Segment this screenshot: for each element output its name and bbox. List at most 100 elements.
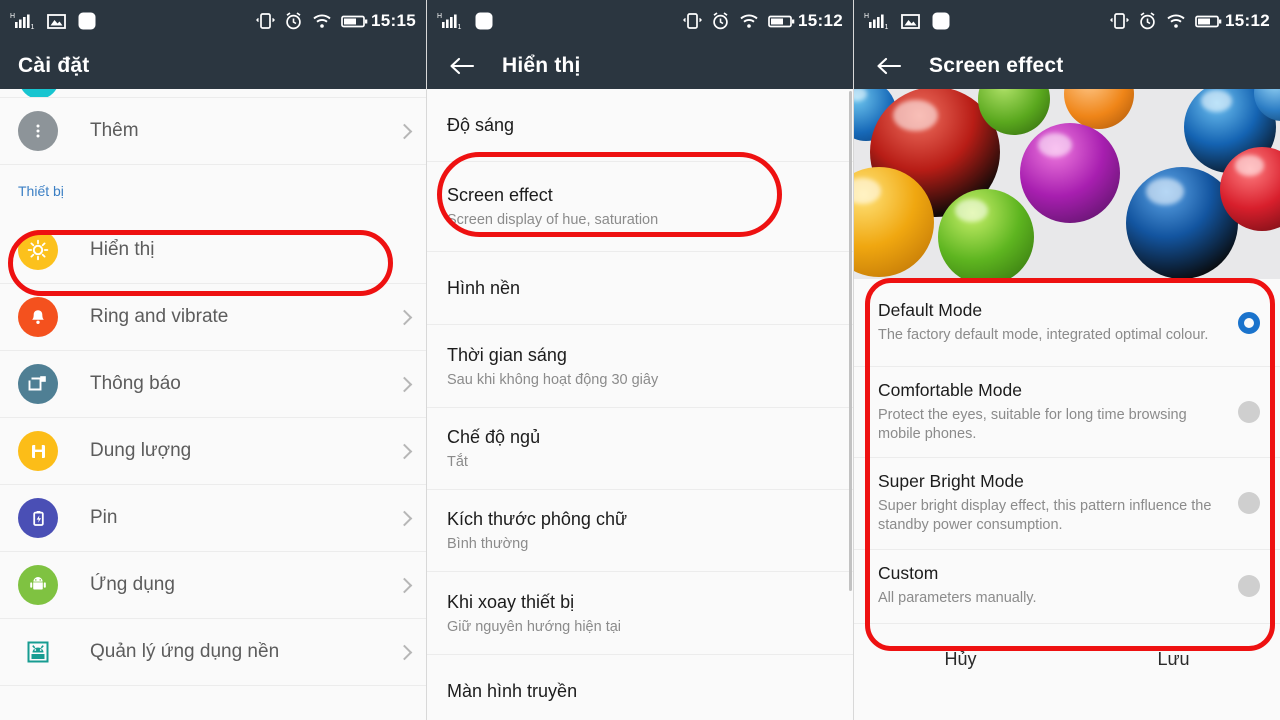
sidebar-item-label: Thông báo xyxy=(90,373,181,394)
sidebar-item-label: Quản lý ứng dụng nền xyxy=(90,641,280,662)
list-item-subtitle: Screen display of hue, saturation xyxy=(447,212,659,228)
status-bar-clock: 15:12 xyxy=(1225,11,1270,30)
sidebar-item-pin[interactable]: Pin xyxy=(0,485,426,552)
signal-bars-h-icon: H1 xyxy=(437,11,463,31)
battery-bolt-icon xyxy=(18,498,58,538)
cancel-button[interactable]: Hủy xyxy=(854,649,1067,670)
alarm-icon xyxy=(1138,12,1157,30)
mode-title: Comfortable Mode xyxy=(878,380,1022,400)
svg-text:H: H xyxy=(864,13,869,20)
status-bar-right-icons xyxy=(683,12,795,30)
sidebar-item-label: Ứng dụng xyxy=(90,574,175,595)
chevron-right-icon xyxy=(396,577,413,593)
wifi-icon xyxy=(312,13,332,29)
storage-disk-icon xyxy=(18,431,58,471)
list-item-title: Hình nền xyxy=(447,277,521,298)
brightness-icon xyxy=(18,230,58,270)
page-title: Screen effect xyxy=(929,53,1064,77)
status-bar-left-icons: H1 xyxy=(864,11,951,31)
sidebar-item-ring-and-vibrate[interactable]: Ring and vibrate xyxy=(0,284,426,351)
panel-screen-effect: H1 15:12 Screen effect Default Mode The … xyxy=(854,0,1280,720)
sphere xyxy=(938,189,1034,279)
radio-button-super-bright[interactable] xyxy=(1238,492,1260,515)
chevron-right-icon xyxy=(396,309,413,325)
svg-text:1: 1 xyxy=(31,24,35,31)
mode-option-super-bright[interactable]: Super Bright Mode Super bright display e… xyxy=(854,458,1280,550)
mode-subtitle: The factory default mode, integrated opt… xyxy=(878,326,1209,343)
list-item-hinh-nen[interactable]: Hình nền xyxy=(427,252,853,325)
list-item-title: Thời gian sáng xyxy=(447,344,567,365)
mode-subtitle: All parameters manually. xyxy=(878,590,1037,607)
status-bar-clock: 15:12 xyxy=(798,11,843,30)
vibrate-icon xyxy=(683,12,703,30)
rounded-square-icon xyxy=(474,11,494,31)
image-icon xyxy=(47,13,66,30)
mode-text: Default Mode The factory default mode, i… xyxy=(878,300,1238,345)
mode-option-default[interactable]: Default Mode The factory default mode, i… xyxy=(854,279,1280,367)
sidebar-item-dung-luong[interactable]: Dung lượng xyxy=(0,418,426,485)
list-item-screen-effect[interactable]: Screen effect Screen display of hue, sat… xyxy=(427,162,853,252)
list-item-do-sang[interactable]: Độ sáng xyxy=(427,89,853,162)
alarm-icon xyxy=(284,12,303,30)
list-item-title: Màn hình truyền xyxy=(447,680,578,701)
signal-bars-h-icon: H1 xyxy=(10,11,36,31)
android-robot-icon xyxy=(18,565,58,605)
list-item-khi-xoay-thiet-bi[interactable]: Khi xoay thiết bị Giữ nguyên hướng hiện … xyxy=(427,572,853,655)
chevron-right-icon xyxy=(396,123,413,139)
background-app-manager-icon xyxy=(18,632,58,672)
list-peek-row xyxy=(0,89,426,98)
list-item-title: Screen effect xyxy=(447,185,553,205)
status-bar-screen-effect: H1 15:12 xyxy=(854,0,1280,42)
list-item-thoi-gian-sang[interactable]: Thời gian sáng Sau khi không hoạt động 3… xyxy=(427,325,853,408)
list-item-subtitle: Tắt xyxy=(447,454,468,470)
vibrate-icon xyxy=(1110,12,1130,30)
notification-square-icon xyxy=(18,364,58,404)
mode-option-custom[interactable]: Custom All parameters manually. xyxy=(854,549,1280,624)
list-item-subtitle: Sau khi không hoạt động 30 giây xyxy=(447,371,659,388)
scrollbar[interactable] xyxy=(849,91,852,591)
sidebar-item-them[interactable]: Thêm xyxy=(0,98,426,165)
list-item-subtitle: Giữ nguyên hướng hiện tại xyxy=(447,618,622,635)
panel-display: H1 15:12 Hiển thị Độ sáng Screen effect … xyxy=(427,0,854,720)
app-bar-display: Hiển thị xyxy=(427,42,853,89)
list-item-title: Chế độ ngủ xyxy=(447,427,541,447)
mode-title: Default Mode xyxy=(878,299,983,320)
wifi-icon xyxy=(739,13,759,29)
status-bar-display: H1 15:12 xyxy=(427,0,853,42)
list-item-kich-thuoc-phong-chu[interactable]: Kích thước phông chữ Bình thường xyxy=(427,490,853,572)
back-arrow-icon[interactable] xyxy=(868,45,910,87)
mode-option-comfortable[interactable]: Comfortable Mode Protect the eyes, suita… xyxy=(854,367,1280,459)
back-arrow-icon[interactable] xyxy=(441,45,483,87)
sidebar-item-ung-dung[interactable]: Ứng dụng xyxy=(0,552,426,619)
page-title: Cài đặt xyxy=(18,53,90,77)
mode-text: Comfortable Mode Protect the eyes, suita… xyxy=(878,380,1238,444)
vibrate-icon xyxy=(256,12,276,30)
app-bar-screen-effect: Screen effect xyxy=(854,42,1280,89)
list-item-man-hinh-truyen[interactable]: Màn hình truyền xyxy=(427,655,853,720)
sidebar-item-hien-thi[interactable]: Hiển thị xyxy=(0,217,426,284)
radio-button-comfortable[interactable] xyxy=(1238,401,1260,424)
sidebar-item-quan-ly-ung-dung-nen[interactable]: Quản lý ứng dụng nền xyxy=(0,619,426,686)
section-header-thiet-bi: Thiết bị xyxy=(0,165,426,217)
status-bar-settings: H1 15:15 xyxy=(0,0,426,42)
list-item-title: Độ sáng xyxy=(447,114,515,135)
save-button[interactable]: Lưu xyxy=(1067,649,1280,670)
display-settings-list: Độ sáng Screen effect Screen display of … xyxy=(427,89,853,720)
sidebar-item-thong-bao[interactable]: Thông báo xyxy=(0,351,426,418)
settings-list: Thêm Thiết bị Hiển thị Ring and vibrate xyxy=(0,89,426,720)
status-bar-left-icons: H1 xyxy=(437,11,494,31)
radio-button-custom[interactable] xyxy=(1238,575,1260,597)
status-bar-clock: 15:15 xyxy=(371,11,416,30)
wifi-icon xyxy=(1166,13,1186,29)
battery-icon xyxy=(768,14,795,29)
app-bar-settings: Cài đặt xyxy=(0,42,426,89)
rounded-square-icon xyxy=(931,11,951,31)
list-item-che-do-ngu[interactable]: Chế độ ngủ Tắt xyxy=(427,408,853,490)
list-item-title: Kích thước phông chữ xyxy=(447,509,627,529)
svg-text:1: 1 xyxy=(885,24,889,31)
sidebar-item-label: Hiển thị xyxy=(90,239,155,260)
radio-button-default[interactable] xyxy=(1238,311,1260,334)
wallpaper-preview xyxy=(854,89,1280,279)
sidebar-item-label: Dung lượng xyxy=(90,440,192,461)
bell-icon xyxy=(18,297,58,337)
